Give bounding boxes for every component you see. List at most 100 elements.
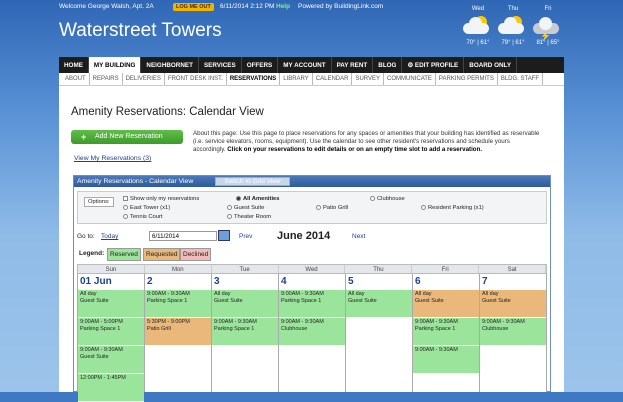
reservation-event[interactable]: 9:00AM - 9:30AM Guest Suite	[78, 346, 144, 374]
show-mine-checkbox[interactable]: Show only my reservations	[123, 196, 199, 202]
page-title: Amenity Reservations: Calendar View	[71, 106, 264, 118]
radio-all-amenities[interactable]: All Amenities	[236, 196, 280, 202]
reservation-event[interactable]: 9:00AM - 9:30AM Parking Space 1	[413, 318, 479, 346]
weather-thu: Thu 79° | 61°	[493, 6, 533, 46]
radio-patio-grill[interactable]: Patio Grill	[316, 205, 348, 211]
weather-day: Fri	[544, 6, 552, 12]
switch-grid-view-button[interactable]: Switch to Grid View	[215, 177, 290, 186]
event-time: 9:00AM - 9:30AM	[482, 319, 525, 325]
calendar-day[interactable]: 6 All day Guest Suite 9:00AM - 9:30AM Parkin…	[413, 274, 480, 392]
nav-my-account[interactable]: MY ACCOUNT	[278, 57, 332, 73]
day-number: 6	[415, 276, 421, 287]
calendar-panel: Amenity Reservations - Calendar View Swi…	[73, 175, 551, 402]
powered-by[interactable]: Powered by BuildingLink.com	[298, 3, 383, 10]
nav-pay-rent[interactable]: PAY RENT	[332, 57, 374, 73]
help-link[interactable]: Help	[276, 3, 290, 10]
site-title: Waterstreet Towers	[59, 20, 222, 41]
weekday-mon: Mon	[145, 265, 212, 273]
logout-button[interactable]: LOG ME OUT	[173, 3, 214, 11]
subnav-about[interactable]: ABOUT	[62, 73, 90, 85]
goto-bar: Go to: Today Prev June 2014 Next	[77, 228, 547, 244]
reservation-event[interactable]: 9:00AM - 9:30AM Parking Space 1	[279, 290, 345, 318]
event-time: 9:00AM - 5:00PM	[80, 319, 123, 325]
today-link[interactable]: Today	[101, 233, 118, 240]
weather-day: Wed	[471, 6, 485, 12]
reservation-event[interactable]: All day Guest Suite	[413, 290, 479, 318]
weekday-sun: Sun	[78, 265, 145, 273]
event-time: All day	[80, 291, 97, 297]
reservation-event[interactable]: 9:00AM - 9:30AM Clubhouse	[480, 318, 546, 346]
subnav-reservations[interactable]: RESERVATIONS	[227, 73, 281, 85]
event-time: 9:00AM - 9:30AM	[214, 319, 257, 325]
reservation-event[interactable]: All day Guest Suite	[346, 290, 412, 318]
reservation-event[interactable]: All day Guest Suite	[480, 290, 546, 318]
subnav-parking-permits[interactable]: PARKING PERMITS	[436, 73, 498, 85]
prev-link[interactable]: Prev	[239, 233, 252, 240]
event-amenity: Parking Space 1	[147, 298, 188, 304]
event-time: 9:00AM - 9:30AM	[281, 291, 324, 297]
nav-neighbornet[interactable]: NEIGHBORNET	[141, 57, 199, 73]
calendar-day[interactable]: 2 9:00AM - 9:30AM Parking Space 1 5:30PM - …	[145, 274, 212, 392]
nav-edit-profile[interactable]: ⚙ EDIT PROFILE	[402, 57, 465, 73]
add-reservation-label: Add New Reservation	[95, 133, 163, 140]
radio-guest-suite[interactable]: Guest Suite	[227, 205, 264, 211]
event-amenity: Clubhouse	[482, 326, 509, 332]
add-reservation-button[interactable]: + Add New Reservation	[71, 130, 183, 144]
about-instruction: Click on your reservations to edit detai…	[227, 146, 483, 153]
subnav-bldg-staff[interactable]: BLDG. STAFF	[498, 73, 544, 85]
radio-clubhouse[interactable]: Clubhouse	[370, 196, 405, 202]
reservation-event[interactable]: 9:00AM - 5:00PM Parking Space 1	[78, 318, 144, 346]
month-title: June 2014	[277, 230, 331, 242]
calendar-header: Amenity Reservations - Calendar View Swi…	[74, 176, 550, 187]
next-link[interactable]: Next	[352, 233, 365, 240]
nav-board-only[interactable]: BOARD ONLY	[464, 57, 518, 73]
subnav-library[interactable]: LIBRARY	[280, 73, 313, 85]
about-text: About this page: Use this page to place …	[193, 130, 543, 154]
weather-temps: 70° | 61°	[466, 40, 490, 46]
radio-resident-parking[interactable]: Resident Parking (x1)	[421, 205, 484, 211]
reservation-event[interactable]: 5:30PM - 9:00PM Patio Grill	[145, 318, 211, 346]
calendar-day[interactable]: 5 All day Guest Suite	[346, 274, 413, 392]
calendar-day[interactable]: 3 All day Guest Suite 9:00AM - 9:30AM Parkin…	[212, 274, 279, 392]
radio-tennis-court[interactable]: Tennis Court	[123, 214, 163, 220]
subnav-survey[interactable]: SURVEY	[352, 73, 385, 85]
nav-services[interactable]: SERVICES	[199, 57, 242, 73]
event-amenity: Guest Suite	[348, 298, 377, 304]
calendar-day[interactable]: 7 All day Guest Suite 9:00AM - 9:30AM Clubho…	[480, 274, 547, 392]
nav-home[interactable]: HOME	[59, 57, 89, 73]
event-time: All day	[482, 291, 499, 297]
reservation-event[interactable]: All day Guest Suite	[78, 290, 144, 318]
reservation-event[interactable]: 9:00AM - 9:30AM Parking Space 1	[145, 290, 211, 318]
calendar-picker-icon[interactable]	[218, 230, 230, 241]
view-my-reservations-link[interactable]: View My Reservations (3)	[74, 155, 151, 162]
reservation-event[interactable]: 9:00AM - 9:30AM Parking Space 1	[212, 318, 278, 346]
weekday-fri: Fri	[412, 265, 480, 273]
calendar-day[interactable]: 4 9:00AM - 9:30AM Parking Space 1 9:00AM - …	[279, 274, 346, 392]
partly-cloudy-icon	[493, 14, 533, 38]
weekday-thu: Thu	[345, 265, 413, 273]
reservation-event[interactable]: 12:00PM - 1:45PM	[78, 374, 144, 402]
subnav-deliveries[interactable]: DELIVERIES	[123, 73, 165, 85]
subnav-communicate[interactable]: COMMUNICATE	[384, 73, 436, 85]
reservation-event[interactable]: 9:00AM - 9:30AM	[413, 346, 479, 374]
calendar-header-title: Amenity Reservations - Calendar View	[77, 178, 194, 185]
event-time: All day	[214, 291, 231, 297]
nav-my-building[interactable]: MY BUILDING	[88, 57, 142, 73]
welcome-text: Welcome George Walsh, Apt. 2A	[59, 3, 154, 10]
subnav-front-desk[interactable]: FRONT DESK INST.	[165, 73, 227, 85]
nav-offers[interactable]: OFFERS	[242, 57, 279, 73]
event-time: 12:00PM - 1:45PM	[80, 375, 126, 381]
reservation-event[interactable]: All day Guest Suite	[212, 290, 278, 318]
radio-east-tower[interactable]: East Tower (x1)	[123, 205, 170, 211]
subnav-calendar[interactable]: CALENDAR	[313, 73, 353, 85]
weather-fri: Fri ⚡ 81° | 65°	[528, 6, 568, 46]
radio-theater-room[interactable]: Theater Room	[227, 214, 271, 220]
calendar-day[interactable]: 01 Jun All day Guest Suite 9:00AM - 5:00PM P…	[78, 274, 145, 402]
subnav-repairs[interactable]: REPAIRS	[90, 73, 123, 85]
date-input[interactable]	[149, 231, 217, 241]
day-number: 3	[214, 276, 220, 287]
reservation-event[interactable]: 9:00AM - 9:30AM Clubhouse	[279, 318, 345, 346]
nav-blog[interactable]: BLOG	[373, 57, 403, 73]
event-amenity: Parking Space 1	[80, 326, 121, 332]
event-time: 9:00AM - 9:30AM	[415, 347, 458, 353]
